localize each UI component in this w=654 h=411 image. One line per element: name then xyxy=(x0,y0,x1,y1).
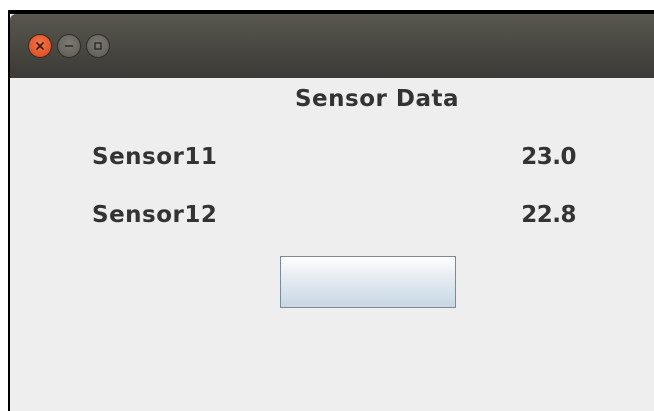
close-icon xyxy=(36,42,44,50)
sensor-label: Sensor11 xyxy=(92,144,218,170)
minimize-button[interactable] xyxy=(57,34,81,58)
close-button[interactable] xyxy=(28,34,52,58)
app-window: Sensor Data Sensor11 23.0 Sensor12 22.8 xyxy=(10,14,654,411)
minimize-icon xyxy=(64,45,74,47)
maximize-icon xyxy=(94,42,102,50)
sensor-value: 23.0 xyxy=(521,144,576,170)
sensor-label: Sensor12 xyxy=(92,202,218,228)
maximize-button[interactable] xyxy=(86,34,110,58)
page-title: Sensor Data xyxy=(294,86,459,112)
title-bar[interactable] xyxy=(10,14,654,78)
content-panel: Sensor Data Sensor11 23.0 Sensor12 22.8 xyxy=(10,78,654,411)
action-button[interactable] xyxy=(280,256,456,308)
sensor-value: 22.8 xyxy=(521,202,576,228)
